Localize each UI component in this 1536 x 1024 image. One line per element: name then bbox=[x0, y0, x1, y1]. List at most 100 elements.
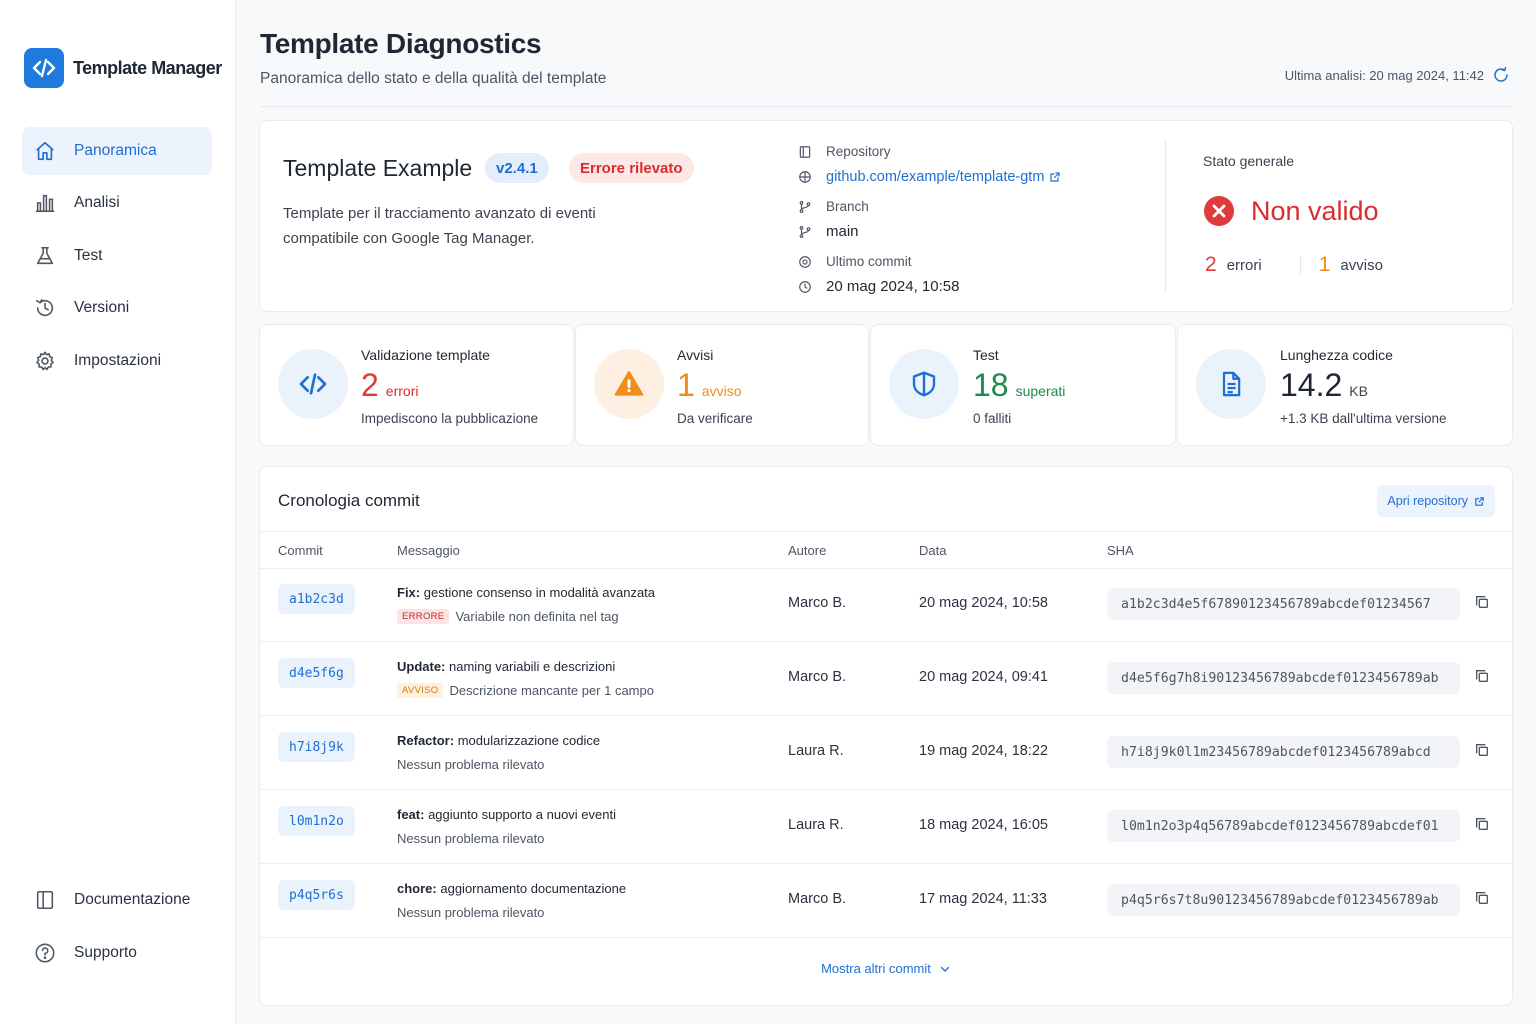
refresh-icon[interactable] bbox=[1492, 66, 1510, 84]
app-name: Template Manager bbox=[73, 57, 222, 78]
metric-subtitle: +1.3 KB dall'ultima versione bbox=[1280, 411, 1447, 426]
metric-title: Lunghezza codice bbox=[1280, 347, 1393, 363]
document-icon bbox=[1196, 349, 1266, 419]
header-divider bbox=[260, 106, 1512, 107]
commit-author: Laura R. bbox=[788, 743, 844, 759]
metric-unit: superati bbox=[1015, 383, 1066, 399]
metric-unit: KB bbox=[1349, 383, 1368, 399]
sidebar-item-label: Impostazioni bbox=[74, 352, 162, 369]
last-commit-label: Ultimo commit bbox=[826, 254, 912, 269]
commit-author: Marco B. bbox=[788, 595, 847, 611]
copy-icon[interactable] bbox=[1474, 668, 1494, 688]
column-header-sha: SHA bbox=[1107, 543, 1134, 558]
template-metadata: Repository github.com/example/template-g… bbox=[798, 139, 1128, 299]
table-row[interactable]: l0m1n2o feat: aggiunto supporto a nuovi … bbox=[260, 790, 1512, 864]
shield-icon bbox=[889, 349, 959, 419]
copy-icon[interactable] bbox=[1474, 890, 1494, 910]
sidebar-item-label: Test bbox=[74, 247, 103, 264]
warning-tag: AVVISO bbox=[397, 683, 444, 698]
copy-icon[interactable] bbox=[1474, 742, 1494, 762]
commit-author: Marco B. bbox=[788, 891, 847, 907]
sidebar-item-supporto[interactable]: Supporto bbox=[22, 929, 212, 977]
gear-icon bbox=[33, 349, 57, 373]
show-more-commits-button[interactable]: Mostra altri commit bbox=[260, 961, 1512, 976]
table-row[interactable]: p4q5r6s chore: aggiornamento documentazi… bbox=[260, 864, 1512, 938]
external-link-icon bbox=[1474, 496, 1485, 507]
last-analysis-text: Ultima analisi: 20 mag 2024, 11:42 bbox=[1284, 67, 1484, 83]
sidebar-item-versioni[interactable]: Versioni bbox=[22, 284, 212, 332]
metric-title: Avvisi bbox=[677, 347, 714, 363]
commit-sha: p4q5r6s7t8u90123456789abcdef0123456789ab bbox=[1107, 884, 1460, 916]
sidebar-item-label: Panoramica bbox=[74, 142, 157, 159]
branch-value-icon bbox=[798, 225, 812, 239]
code-icon bbox=[278, 349, 348, 419]
commit-message: Update: naming variabili e descrizioni bbox=[397, 659, 616, 674]
metric-title: Validazione template bbox=[361, 347, 490, 363]
branch-icon bbox=[798, 200, 812, 214]
table-row[interactable]: d4e5f6g Update: naming variabili e descr… bbox=[260, 642, 1512, 716]
sidebar-item-analisi[interactable]: Analisi bbox=[22, 179, 212, 227]
copy-icon[interactable] bbox=[1474, 594, 1494, 614]
metric-title: Test bbox=[973, 347, 999, 363]
commit-sha: h7i8j9k0l1m23456789abcdef0123456789abcd bbox=[1107, 736, 1460, 768]
table-header: Commit Messaggio Autore Data SHA bbox=[260, 531, 1512, 569]
table-row[interactable]: h7i8j9k Refactor: modularizzazione codic… bbox=[260, 716, 1512, 790]
error-circle-icon bbox=[1203, 195, 1235, 227]
metric-code-length: Lunghezza codice 14.2 KB +1.3 KB dall'ul… bbox=[1177, 324, 1513, 446]
brand[interactable]: Template Manager bbox=[24, 48, 222, 88]
sidebar-item-documentazione[interactable]: Documentazione bbox=[22, 876, 212, 924]
open-repository-button[interactable]: Apri repository bbox=[1377, 485, 1495, 517]
metric-number: 14.2 bbox=[1280, 367, 1343, 403]
column-header-message: Messaggio bbox=[397, 543, 460, 558]
page-subtitle: Panoramica dello stato e della qualità d… bbox=[260, 70, 607, 87]
column-header-date: Data bbox=[919, 543, 947, 558]
commit-id[interactable]: a1b2c3d bbox=[278, 584, 355, 614]
bar-chart-icon bbox=[33, 191, 57, 215]
metric-value: 2 errori bbox=[361, 367, 418, 404]
metric-number: 2 bbox=[361, 367, 379, 403]
chevron-down-icon bbox=[939, 963, 951, 975]
metric-unit: errori bbox=[385, 383, 419, 399]
commit-id[interactable]: h7i8j9k bbox=[278, 732, 355, 762]
code-logo-icon bbox=[24, 48, 64, 88]
sidebar-item-panoramica[interactable]: Panoramica bbox=[22, 127, 212, 175]
page-title: Template Diagnostics bbox=[260, 28, 542, 59]
repo-link-icon bbox=[798, 170, 812, 184]
template-name: Template Example bbox=[283, 155, 473, 181]
book-icon bbox=[33, 888, 57, 912]
version-badge: v2.4.1 bbox=[485, 153, 549, 183]
commit-history-card: Cronologia commit Apri repository Commit… bbox=[259, 466, 1513, 1006]
metric-unit: avviso bbox=[701, 383, 742, 399]
commit-message: feat: aggiunto supporto a nuovi eventi bbox=[397, 807, 616, 822]
metric-value: 1 avviso bbox=[677, 367, 741, 404]
help-icon bbox=[33, 941, 57, 965]
metric-warnings: Avvisi 1 avviso Da verificare bbox=[575, 324, 869, 446]
sidebar-item-label: Documentazione bbox=[74, 891, 191, 908]
open-repository-label: Apri repository bbox=[1387, 494, 1468, 508]
commit-history-title: Cronologia commit bbox=[278, 491, 420, 510]
clock-icon bbox=[798, 280, 812, 294]
last-analysis: Ultima analisi: 20 mag 2024, 11:42 bbox=[1285, 66, 1510, 84]
metric-subtitle: 0 falliti bbox=[973, 411, 1012, 426]
commit-date: 17 mag 2024, 11:33 bbox=[919, 891, 1047, 907]
repository-link[interactable]: github.com/example/template-gtm bbox=[826, 169, 1061, 185]
commit-icon bbox=[798, 255, 812, 269]
metric-value: 18 superati bbox=[973, 367, 1065, 404]
table-row[interactable]: a1b2c3d Fix: gestione consenso in modali… bbox=[260, 568, 1512, 642]
commit-date: 20 mag 2024, 09:41 bbox=[919, 669, 1048, 685]
copy-icon[interactable] bbox=[1474, 816, 1494, 836]
warning-icon bbox=[594, 349, 664, 419]
sidebar-item-test[interactable]: Test bbox=[22, 232, 212, 280]
commit-note: Nessun problema rilevato bbox=[397, 905, 545, 920]
commit-id[interactable]: p4q5r6s bbox=[278, 880, 355, 910]
history-icon bbox=[33, 296, 57, 320]
sidebar-item-impostazioni[interactable]: Impostazioni bbox=[22, 337, 212, 385]
commit-id[interactable]: d4e5f6g bbox=[278, 658, 355, 688]
commit-date: 19 mag 2024, 18:22 bbox=[919, 743, 1048, 759]
commit-id[interactable]: l0m1n2o bbox=[278, 806, 355, 836]
errors-count: 2 bbox=[1205, 253, 1217, 276]
commit-sha: d4e5f6g7h8i90123456789abcdef0123456789ab bbox=[1107, 662, 1460, 694]
commit-note: Nessun problema rilevato bbox=[397, 831, 545, 846]
repository-label: Repository bbox=[826, 144, 891, 159]
commit-date: 20 mag 2024, 10:58 bbox=[919, 595, 1048, 611]
